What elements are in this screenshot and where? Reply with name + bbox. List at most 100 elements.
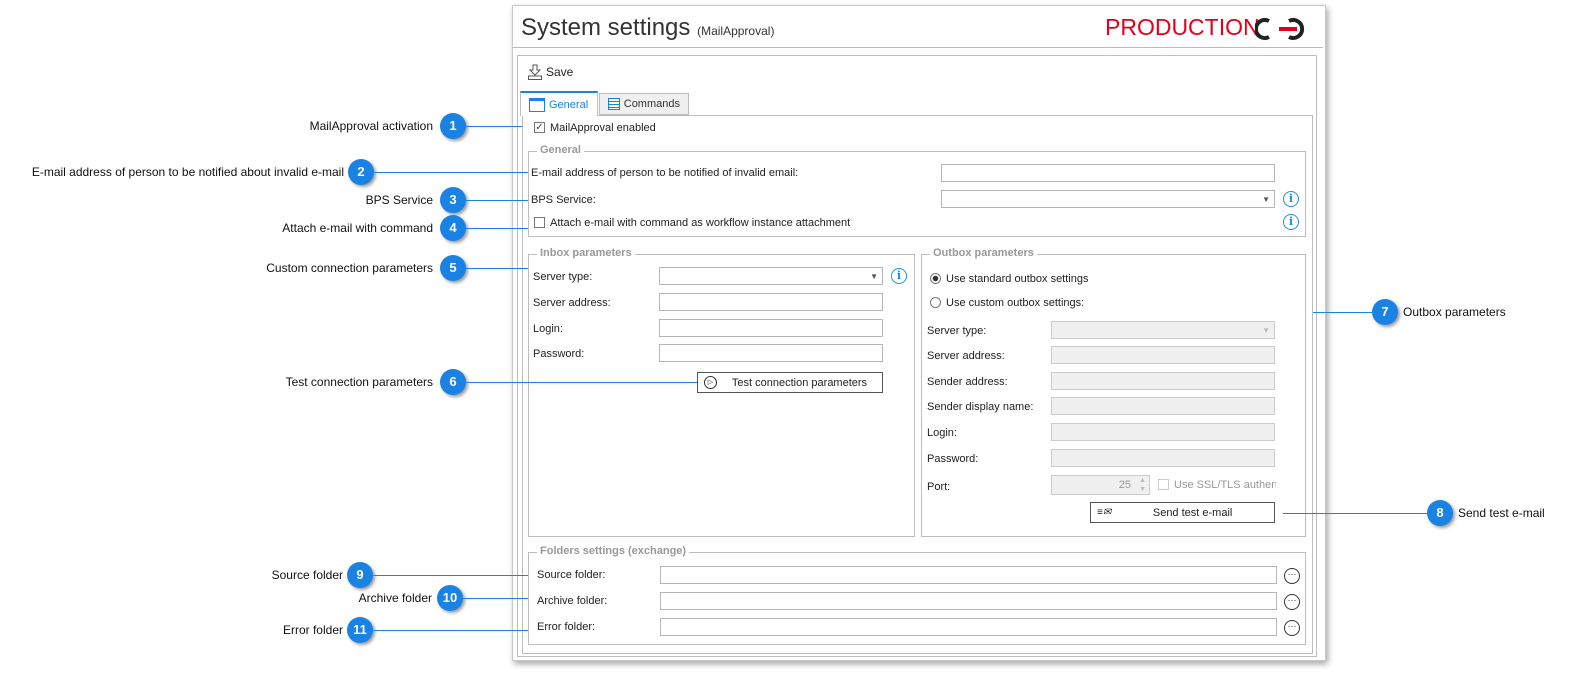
callout-badge: 1 [440,113,466,139]
spinner-arrows-icon[interactable]: ▲ ▼ [1139,476,1146,494]
mailapproval-enabled-label: MailApproval enabled [550,122,656,134]
error-folder-input[interactable] [660,618,1277,636]
outbox-password-input[interactable] [1051,449,1275,467]
info-icon[interactable]: i [1283,191,1299,207]
ssl-checkbox[interactable] [1158,479,1169,490]
tab-label: Commands [623,98,680,110]
port-value: 25 [1118,479,1131,491]
ellipsis-icon[interactable]: ··· [1284,568,1300,584]
chevron-down-icon: ▼ [1262,195,1270,204]
info-icon[interactable]: i [891,268,907,284]
archive-folder-input[interactable] [660,592,1277,610]
callout-badge: 6 [440,369,466,395]
inbox-server-address-label: Server address: [533,297,611,309]
callout-badge: 2 [348,159,374,185]
callout-line [466,382,697,383]
outbox-server-type-select[interactable]: ▼ [1051,321,1275,339]
inbox-login-label: Login: [533,323,563,335]
standard-outbox-radio[interactable] [930,273,941,284]
callout-label: Archive folder [358,591,432,605]
window-icon [529,97,545,112]
outbox-server-address-label: Server address: [927,350,1005,362]
list-icon [608,98,620,110]
logo-icon [1255,18,1305,40]
send-test-email-label: Send test e-mail [1152,506,1233,519]
callout-label: MailApproval activation [309,119,433,133]
email-label: E-mail address of person to be notified … [531,167,799,179]
divider [513,47,1323,48]
test-connection-button[interactable]: ▷ Test connection parameters [697,372,883,393]
callout-line [373,575,528,576]
callout-label: BPS Service [365,193,433,207]
callout-label: Attach e-mail with command [282,221,433,235]
standard-outbox-label: Use standard outbox settings [946,273,1089,285]
outbox-server-address-input[interactable] [1051,346,1275,364]
outbox-server-type-label: Server type: [927,325,987,337]
sender-display-name-label: Sender display name: [927,401,1034,413]
tab-label: General [549,98,589,111]
inbox-legend: Inbox parameters [537,247,635,259]
port-spinner[interactable]: 25 ▲ ▼ [1051,475,1150,495]
callout-label: Error folder [282,623,343,637]
callout-badge: 10 [437,585,463,611]
test-connection-label: Test connection parameters [731,376,868,389]
ellipsis-icon[interactable]: ··· [1284,594,1300,610]
sender-address-label: Sender address: [927,376,1008,388]
notify-email-input[interactable] [941,164,1275,182]
callout-line [373,630,528,631]
save-icon [528,64,542,80]
bps-service-label: BPS Service: [531,194,596,206]
inbox-password-input[interactable] [659,344,883,362]
chevron-down-icon: ▼ [1262,326,1270,335]
custom-outbox-label: Use custom outbox settings: [946,297,1085,309]
tab-general[interactable]: General [520,91,598,116]
callout-label: Custom connection parameters [266,261,433,275]
inbox-server-type-label: Server type: [533,271,593,283]
chevron-down-icon: ▼ [870,272,878,281]
inbox-server-address-input[interactable] [659,293,883,311]
bps-service-select[interactable]: ▼ [941,190,1275,208]
inbox-server-type-select[interactable]: ▼ [659,267,883,285]
custom-outbox-radio[interactable] [930,297,941,308]
sender-address-input[interactable] [1051,372,1275,390]
callout-label: Send test e-mail [1458,506,1545,520]
outbox-password-label: Password: [927,453,979,465]
inbox-login-input[interactable] [659,319,883,337]
source-folder-input[interactable] [660,566,1277,584]
callout-badge: 8 [1427,500,1453,526]
folders-legend: Folders settings (exchange) [537,545,690,557]
archive-folder-label: Archive folder: [537,595,608,607]
callout-line [374,172,528,173]
source-folder-label: Source folder: [537,569,606,581]
mailapproval-enabled-checkbox[interactable]: ✓ [534,122,545,133]
envelope-icon: ≡✉ [1097,507,1112,518]
callout-line [463,598,528,599]
page-title: System settings (MailApproval) [521,14,774,42]
ellipsis-icon[interactable]: ··· [1284,620,1300,636]
callout-label: Source folder [271,568,343,582]
sender-display-name-input[interactable] [1051,397,1275,415]
callout-line [466,228,528,229]
attach-email-label: Attach e-mail with command as workflow i… [550,217,851,229]
outbox-login-label: Login: [927,427,957,439]
callout-line [466,268,528,269]
outbox-legend: Outbox parameters [930,247,1037,259]
ssl-label: Use SSL/TLS authenti [1174,479,1276,491]
send-test-email-button[interactable]: ≡✉ Send test e-mail [1090,502,1275,523]
callout-badge: 7 [1372,299,1398,325]
play-icon: ▷ [704,376,717,389]
callout-badge: 4 [440,215,466,241]
info-icon[interactable]: i [1283,214,1299,230]
save-button[interactable]: Save [528,64,573,80]
callout-badge: 9 [347,562,373,588]
outbox-login-input[interactable] [1051,423,1275,441]
callout-badge: 3 [440,187,466,213]
attach-email-checkbox[interactable] [534,217,545,228]
title-text: System settings [521,14,691,41]
save-label: Save [546,65,574,79]
port-label: Port: [927,481,951,493]
callout-line [466,126,522,127]
callout-badge: 5 [440,255,466,281]
tab-commands[interactable]: Commands [599,93,689,115]
callout-line [1283,513,1428,514]
